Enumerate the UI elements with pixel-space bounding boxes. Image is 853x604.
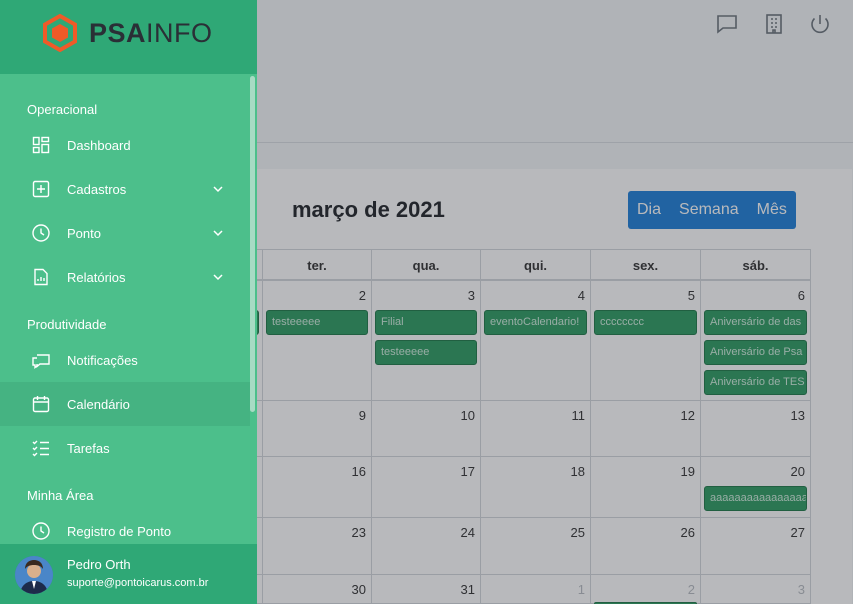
plus-square-icon <box>32 180 50 198</box>
sidebar-item-label: Calendário <box>67 396 130 412</box>
sidebar-item-calendario[interactable]: Calendário <box>0 382 250 426</box>
dashboard-icon <box>32 136 50 154</box>
sidebar-item-ponto[interactable]: Ponto <box>0 211 250 255</box>
sidebar-item-label: Cadastros <box>67 181 127 197</box>
report-icon <box>34 268 48 286</box>
section-title: Produtividade <box>27 317 107 332</box>
sidebar-item-label: Registro de Ponto <box>67 523 172 539</box>
brand-name: PSAINFO <box>89 17 213 48</box>
sidebar-item-cadastros[interactable]: Cadastros <box>0 167 250 211</box>
chevron-down-icon <box>213 274 223 281</box>
clock-icon <box>32 522 50 540</box>
sidebar-item-label: Dashboard <box>67 137 131 153</box>
sidebar-header: PSAINFO <box>0 0 257 74</box>
sidebar-item-label: Ponto <box>67 225 101 241</box>
sidebar-scrollbar[interactable] <box>250 76 255 412</box>
sidebar-item-tarefas[interactable]: Tarefas <box>0 426 250 470</box>
clock-icon <box>32 224 50 242</box>
section-title: Minha Área <box>27 488 94 503</box>
avatar <box>15 556 53 594</box>
user-email: suporte@pontoicarus.com.br <box>67 577 209 589</box>
sidebar-item-label: Tarefas <box>67 440 110 456</box>
sidebar-item-label: Notificações <box>67 352 138 368</box>
sidebar-item-dashboard[interactable]: Dashboard <box>0 123 250 167</box>
user-profile[interactable]: Pedro Orth suporte@pontoicarus.com.br <box>0 544 257 604</box>
sidebar-item-notificacoes[interactable]: Notificações <box>0 338 250 382</box>
sidebar: PSAINFO Operacional Dashboard Cadastros … <box>0 0 257 604</box>
brand-logo[interactable]: PSAINFO <box>41 14 213 52</box>
section-title: Operacional <box>27 102 98 117</box>
user-name: Pedro Orth <box>67 557 131 572</box>
chevron-down-icon <box>213 186 223 193</box>
calendar-icon <box>32 396 50 413</box>
psa-logo-icon <box>43 14 77 52</box>
checklist-icon <box>32 440 49 457</box>
chat-icon <box>32 354 50 369</box>
sidebar-item-label: Relatórios <box>67 269 126 285</box>
chevron-down-icon <box>213 230 223 237</box>
sidebar-item-relatorios[interactable]: Relatórios <box>0 255 250 299</box>
